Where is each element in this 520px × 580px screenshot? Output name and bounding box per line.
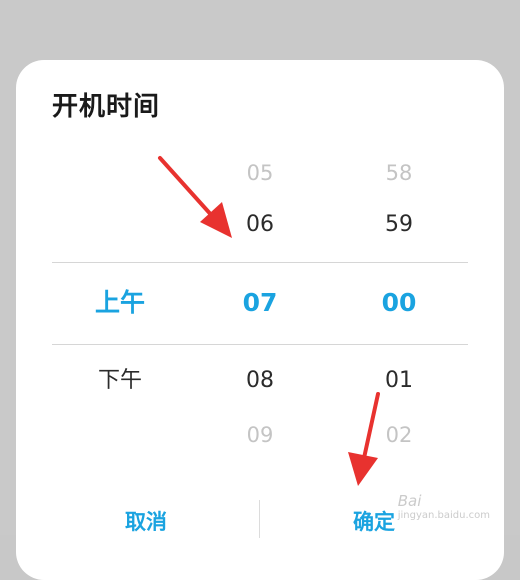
minute-option[interactable]: 02 (339, 420, 459, 450)
minute-option[interactable]: 58 (339, 158, 459, 188)
dialog-title: 开机时间 (52, 86, 160, 123)
hour-selected[interactable]: 07 (200, 288, 320, 318)
hour-option[interactable]: 08 (200, 366, 320, 396)
period-selected[interactable]: 上午 (60, 288, 180, 318)
minute-option[interactable]: 01 (339, 366, 459, 396)
minute-selected[interactable]: 00 (339, 288, 459, 318)
watermark-logo: Bai jingyan.baidu.com (398, 492, 490, 521)
minute-option[interactable]: 59 (339, 210, 459, 240)
time-picker: 上午 下午 05 06 07 08 09 58 59 00 01 02 (16, 140, 504, 460)
hour-option[interactable]: 06 (200, 210, 320, 240)
period-wheel[interactable]: 上午 下午 (60, 140, 180, 460)
button-separator (259, 500, 260, 538)
hour-option[interactable]: 09 (200, 420, 320, 450)
period-option[interactable]: 下午 (60, 366, 180, 396)
hour-option[interactable]: 05 (200, 158, 320, 188)
minute-wheel[interactable]: 58 59 00 01 02 (339, 140, 459, 460)
hour-wheel[interactable]: 05 06 07 08 09 (200, 140, 320, 460)
